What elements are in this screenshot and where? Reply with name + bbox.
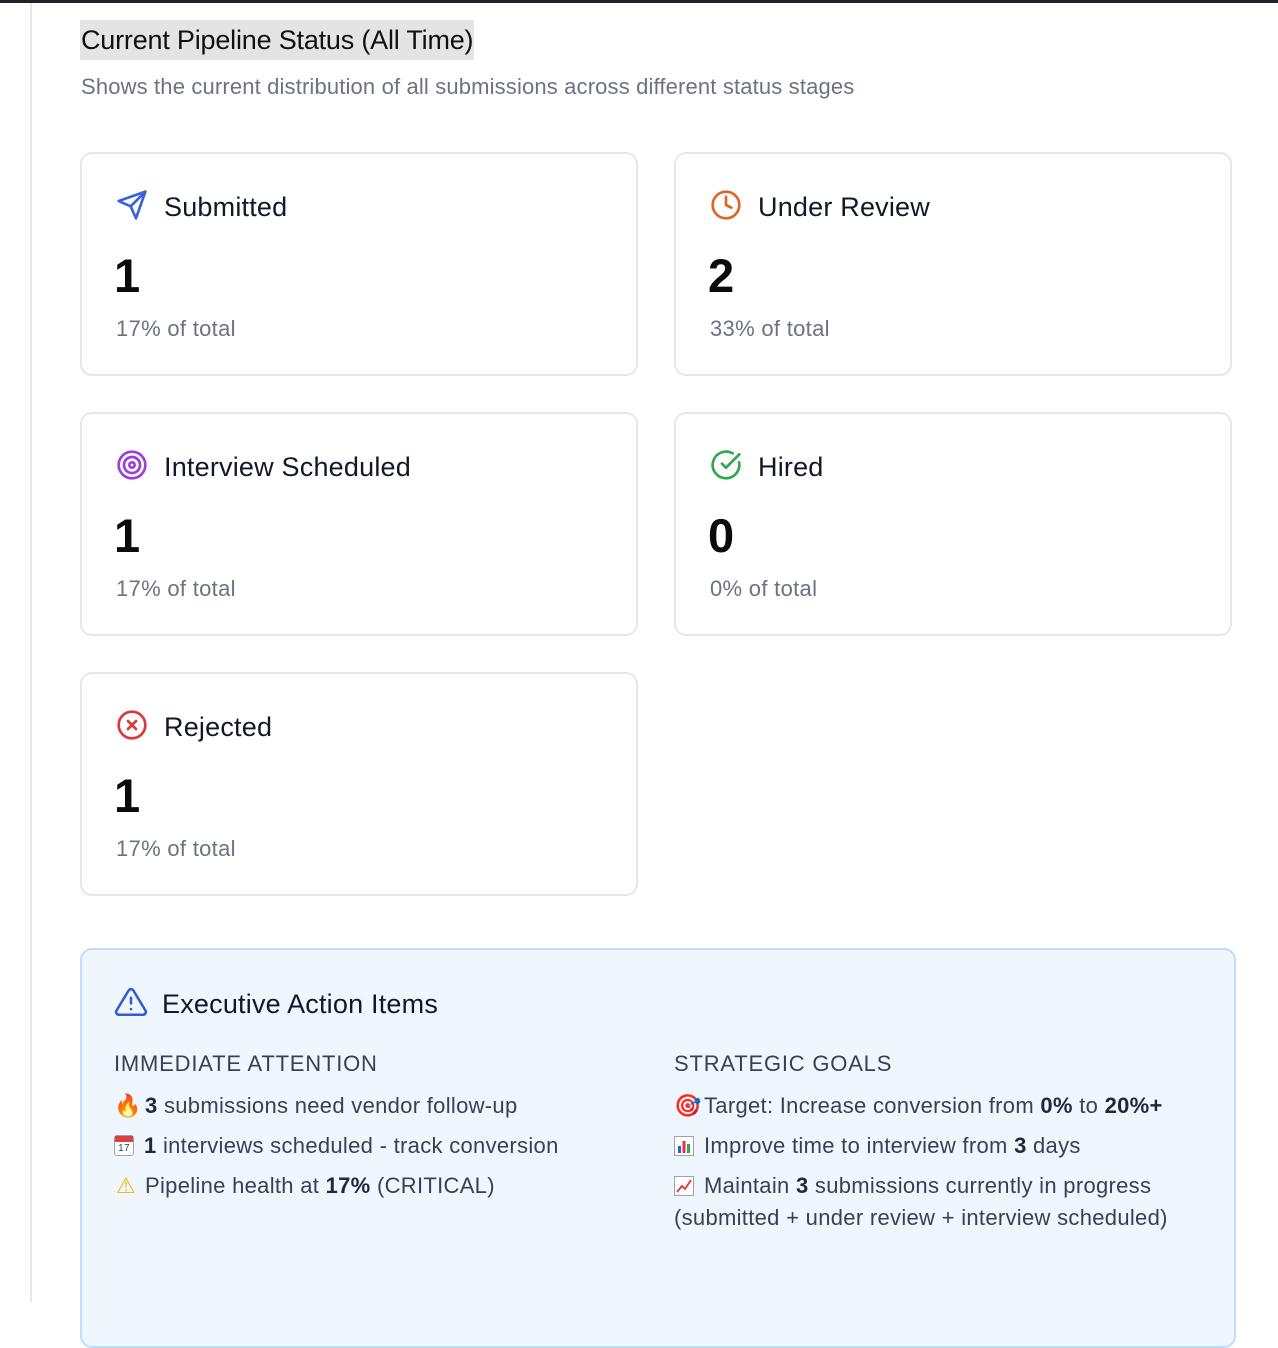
item-text: Maintain — [704, 1173, 796, 1198]
column-heading: IMMEDIATE ATTENTION — [114, 1051, 378, 1076]
item-text: (CRITICAL) — [370, 1173, 495, 1198]
item-value: 3 — [795, 1173, 809, 1198]
status-card-count: 1 — [114, 509, 141, 562]
list-item: 🎯 Target: Increase conversion from 0% to … — [674, 1090, 1174, 1122]
item-value: 0% — [1040, 1093, 1073, 1118]
warning-triangle-icon — [114, 985, 148, 1024]
list-item: ⚠ Pipeline health at 17% (CRITICAL) — [114, 1170, 654, 1202]
section-title: Current Pipeline Status (All Time) — [80, 20, 475, 60]
calendar-icon-day: 17 — [118, 1143, 130, 1154]
executive-action-items-panel: Executive Action Items IMMEDIATE ATTENTI… — [80, 948, 1236, 1348]
bar-chart-icon — [674, 1133, 694, 1156]
panel-title: Executive Action Items — [162, 988, 439, 1019]
status-card-count: 1 — [114, 769, 141, 822]
list-item: 🔥 3 submissions need vendor follow-up — [114, 1090, 654, 1122]
item-text: Pipeline health at — [145, 1173, 326, 1198]
item-text: submissions need vendor follow-up — [157, 1093, 518, 1118]
item-text: days — [1026, 1133, 1081, 1158]
dart-target-icon: 🎯 — [674, 1093, 702, 1118]
target-icon — [116, 449, 148, 486]
status-card-submitted: Submitted 1 17% of total — [80, 152, 638, 376]
status-card-percent: 0% of total — [710, 576, 818, 601]
status-card-hired: Hired 0 0% of total — [674, 412, 1232, 636]
status-card-label: Rejected — [164, 711, 273, 742]
status-card-label: Submitted — [164, 191, 288, 222]
window-top-border — [0, 0, 1278, 3]
list-item: Improve time to interview from 3 days — [674, 1130, 1174, 1162]
item-count: 1 — [144, 1133, 157, 1158]
strategic-goals-column: STRATEGIC GOALS 🎯 Target: Increase conver… — [674, 1050, 1174, 1242]
status-card-count: 2 — [708, 249, 735, 302]
trend-up-icon — [674, 1173, 694, 1196]
status-card-label: Interview Scheduled — [164, 451, 411, 482]
warning-icon: ⚠ — [115, 1173, 137, 1198]
item-count: 3 — [145, 1093, 158, 1118]
sidebar-divider — [30, 3, 32, 1302]
item-value: 20%+ — [1104, 1093, 1163, 1118]
x-circle-icon — [116, 709, 148, 746]
status-card-rejected: Rejected 1 17% of total — [80, 672, 638, 896]
status-card-label: Hired — [758, 451, 824, 482]
status-card-label: Under Review — [758, 191, 930, 222]
list-item: 17 1 interviews scheduled - track convers… — [114, 1130, 654, 1162]
item-value: 17% — [325, 1173, 371, 1198]
status-card-under-review: Under Review 2 33% of total — [674, 152, 1232, 376]
item-value: 3 — [1014, 1133, 1027, 1158]
status-card-count: 1 — [114, 249, 141, 302]
item-text: to — [1072, 1093, 1105, 1118]
clock-icon — [710, 189, 742, 226]
column-heading: STRATEGIC GOALS — [674, 1051, 893, 1076]
status-card-interview-scheduled: Interview Scheduled 1 17% of total — [80, 412, 638, 636]
item-text: Improve time to interview from — [704, 1133, 1015, 1158]
item-text: Target: Increase conversion from — [704, 1093, 1041, 1118]
list-item: Maintain 3 submissions currently in prog… — [674, 1170, 1174, 1234]
status-card-percent: 17% of total — [116, 836, 236, 861]
immediate-attention-column: IMMEDIATE ATTENTION 🔥 3 submissions need … — [114, 1050, 654, 1210]
status-card-count: 0 — [708, 509, 735, 562]
status-card-percent: 33% of total — [710, 316, 830, 341]
status-card-percent: 17% of total — [116, 316, 236, 341]
item-text: interviews scheduled - track conversion — [156, 1133, 559, 1158]
status-card-percent: 17% of total — [116, 576, 236, 601]
calendar-icon: 17 — [114, 1135, 134, 1156]
check-circle-icon — [710, 449, 742, 486]
section-subtitle: Shows the current distribution of all su… — [81, 74, 855, 99]
send-icon — [116, 189, 148, 226]
fire-icon: 🔥 — [114, 1093, 142, 1118]
